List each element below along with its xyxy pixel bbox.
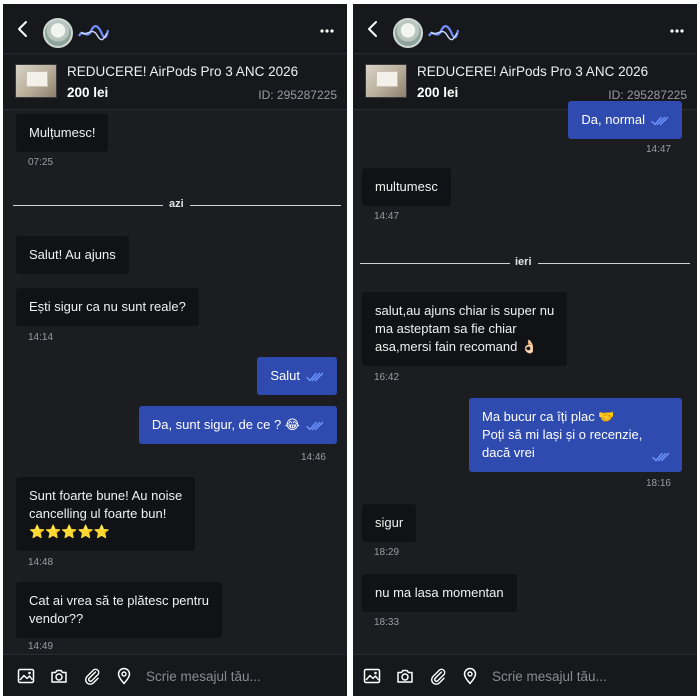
camera-icon[interactable] — [396, 667, 414, 685]
message-input[interactable]: Scrie mesajul tău... — [492, 669, 607, 684]
read-receipt-icon — [306, 421, 324, 431]
redacted-name-scribble — [428, 25, 459, 41]
camera-icon[interactable] — [50, 667, 68, 685]
product-id: ID: 295287225 — [608, 88, 687, 102]
product-thumbnail — [15, 64, 57, 98]
product-id: ID: 295287225 — [258, 88, 337, 102]
chat-header — [3, 4, 347, 54]
message-time: 18:16 — [645, 478, 671, 489]
message-incoming: Sunt foarte bune! Au noise cancelling ul… — [16, 477, 196, 551]
paperclip-icon[interactable] — [429, 667, 447, 685]
chat-header — [353, 4, 697, 54]
message-incoming: salut,au ajuns chiar is super nu ma aste… — [362, 292, 568, 366]
message-time: 14:48 — [28, 557, 54, 568]
message-time: 16:42 — [374, 372, 400, 383]
message-incoming: multumesc — [362, 168, 451, 206]
avatar[interactable] — [43, 18, 73, 48]
message-outgoing: Salut — [257, 357, 337, 395]
message-time: 18:33 — [374, 617, 400, 628]
date-divider: ieri — [360, 256, 690, 270]
product-thumbnail — [365, 64, 407, 98]
product-price: 200 lei — [67, 85, 109, 100]
avatar[interactable] — [393, 18, 423, 48]
more-options-icon[interactable] — [669, 28, 685, 34]
read-receipt-icon — [306, 372, 324, 382]
message-incoming: Ești sigur ca nu sunt reale? — [16, 288, 199, 326]
paperclip-icon[interactable] — [83, 667, 101, 685]
message-time: 14:46 — [300, 452, 326, 463]
product-card[interactable]: REDUCERE! AirPods Pro 3 ANC 2026 200 lei… — [3, 55, 347, 110]
message-time: 14:47 — [374, 211, 400, 222]
image-icon[interactable] — [363, 667, 381, 685]
date-divider: azi — [13, 198, 341, 212]
back-arrow-icon[interactable] — [363, 19, 383, 39]
message-outgoing: Da, normal — [568, 101, 682, 139]
message-time: 14:47 — [645, 144, 671, 155]
message-outgoing: Ma bucur ca îți plac 🤝 Poți să mi lași ș… — [469, 398, 682, 472]
location-pin-icon[interactable] — [461, 667, 479, 685]
message-input[interactable]: Scrie mesajul tău... — [146, 669, 261, 684]
message-incoming: Salut! Au ajuns — [16, 236, 129, 274]
redacted-name-scribble — [78, 25, 109, 41]
product-title: REDUCERE! AirPods Pro 3 ANC 2026 — [417, 64, 649, 79]
message-time: 18:29 — [374, 547, 400, 558]
location-pin-icon[interactable] — [115, 667, 133, 685]
read-receipt-icon — [652, 452, 670, 462]
chat-panel-right: REDUCERE! AirPods Pro 3 ANC 2026 200 lei… — [353, 4, 697, 696]
message-incoming: Mulțumesc! — [16, 114, 109, 152]
read-receipt-icon — [651, 116, 669, 126]
message-composer: Scrie mesajul tău... — [3, 654, 347, 696]
message-time: 14:49 — [28, 641, 54, 652]
message-incoming: sigur — [362, 504, 417, 542]
chat-panel-left: REDUCERE! AirPods Pro 3 ANC 2026 200 lei… — [3, 4, 347, 696]
message-incoming: nu ma lasa momentan — [362, 574, 517, 612]
more-options-icon[interactable] — [319, 28, 335, 34]
product-price: 200 lei — [417, 85, 459, 100]
message-time: 14:14 — [28, 332, 54, 343]
back-arrow-icon[interactable] — [13, 19, 33, 39]
message-incoming: Cat ai vrea să te plătesc pentru vendor?… — [16, 582, 222, 638]
message-time: 07:25 — [28, 157, 54, 168]
message-composer: Scrie mesajul tău... — [353, 654, 697, 696]
product-title: REDUCERE! AirPods Pro 3 ANC 2026 — [67, 64, 299, 79]
image-icon[interactable] — [17, 667, 35, 685]
message-outgoing: Da, sunt sigur, de ce ? 😂 — [138, 406, 337, 444]
